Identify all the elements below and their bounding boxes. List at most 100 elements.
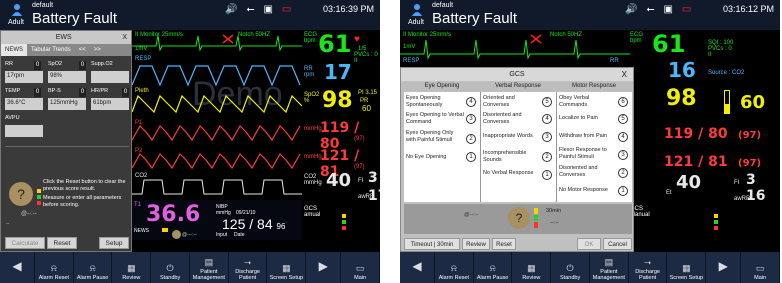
motor-score-5[interactable]: 5 [618,114,628,124]
review-label: Review [522,275,541,281]
field-value-bp-s[interactable]: 125mmHg [48,98,86,110]
motor-score-3[interactable]: 3 [618,150,628,160]
tab-tabular-trends[interactable]: Tabular Trends [27,44,75,56]
ecg-waveform [132,35,302,52]
co2-value[interactable]: 40 [676,172,701,193]
verbal-score-4[interactable]: 4 [542,114,552,124]
ews-message-measure: Measure or enter all parameters before s… [43,195,122,208]
reset-button[interactable]: Reset [492,238,516,250]
standby-button[interactable]: ⏻ Standby [551,252,590,283]
verbal-score-3[interactable]: 3 [542,132,552,142]
standby-button[interactable]: ⏻ Standby [151,252,190,283]
motor-option-5[interactable]: Localize to Pain [559,115,617,122]
motor-option-2[interactable]: Disoriented and Converses [559,165,617,178]
prev-page-button[interactable]: ◀ [0,252,35,283]
verbal-option-2[interactable]: Incomprehensible Sounds [483,150,541,163]
discharge-patient-button[interactable]: ⭢ Discharge Patient [229,252,268,283]
alarm-reset-button[interactable]: ⍾ Alarm Reset [435,252,474,283]
prev-page-button[interactable]: ◀ [400,252,435,283]
patient-icon[interactable] [410,3,424,17]
motor-option-3[interactable]: Flexor Response to Painful Stimuli [559,147,617,160]
field-value-temp[interactable]: 36.6°C [5,98,43,110]
patient-management-button[interactable]: ▤ Patient Management [590,252,629,283]
review-button[interactable]: ▦ Review [112,252,152,283]
next-page-button[interactable]: ▶ [706,252,742,283]
eye-score-4[interactable]: 4 [466,97,476,107]
motor-score-4[interactable]: 4 [618,132,628,142]
main-button[interactable]: ▭ Main [741,252,780,283]
gcs-close-button[interactable]: X [622,70,627,79]
field-value-hr-pr[interactable]: 61bpm [91,98,129,110]
verbal-option-4[interactable]: Disoriented and Converses [483,112,541,125]
next-page-button[interactable]: ▶ [306,252,342,283]
hr-value[interactable]: 61 [318,30,351,58]
verbal-score-1[interactable]: 1 [542,170,552,180]
timeout-button[interactable]: Timeout | 30min [404,238,460,250]
patient-management-button[interactable]: ▤ Patient Management [190,252,229,283]
screen-setup-button[interactable]: ▦ Screen Setup [267,252,307,283]
verbal-score-2[interactable]: 2 [542,152,552,162]
screen-setup-icon: ▦ [282,263,291,273]
verbal-option-1[interactable]: No Verbal Response [483,170,541,177]
params-panel: ECG bpm 61 SQI : 100 PVCs : 0 II 16 Sour… [628,30,780,240]
motor-score-2[interactable]: 2 [618,168,628,178]
review-button[interactable]: ▦ Review [512,252,552,283]
field-value-supp-o2[interactable] [91,71,129,83]
eye-score-2[interactable]: 2 [466,134,476,144]
alarm-pause-button[interactable]: ⍾ Alarm Pause [74,252,113,283]
eye-option-4[interactable]: Eyes Opening Spontaneously [406,95,464,108]
pi-value: PI 3.15 [358,90,378,96]
verbal-option-3[interactable]: Inappropriate Words [483,133,541,140]
setup-button[interactable]: Setup [99,237,129,249]
alarm-pause-button[interactable]: ⍾ Alarm Pause [474,252,513,283]
motor-option-6[interactable]: Obey Verbal Commands [559,95,617,108]
reset-button[interactable]: Reset [47,237,77,249]
p1-value[interactable]: 119 / 80 [664,126,728,142]
battery-icon: ▭ [281,4,292,15]
spo2-value[interactable]: 98 [322,88,353,113]
alarm-reset-button[interactable]: ⍾ Alarm Reset [35,252,74,283]
tab-next[interactable]: >> [90,44,105,56]
volume-icon[interactable]: 🔊 [225,4,237,15]
hr-value[interactable]: 61 [652,30,685,58]
rr-value[interactable]: 17 [324,60,352,84]
motor-score-6[interactable]: 6 [618,97,628,107]
field-value-avpu[interactable] [5,125,43,137]
eye-option-3[interactable]: Eyes Opening to Verbal Command [406,112,464,125]
ews-titlebar: EWS X [1,31,131,44]
tab-prev[interactable]: << [75,44,90,56]
t1-label: T1 [134,202,142,208]
rr-value[interactable]: 16 [668,58,696,82]
tab-news[interactable]: NEWS [1,44,27,56]
verbal-score-5[interactable]: 5 [542,97,552,107]
volume-icon[interactable]: 🔊 [625,4,637,15]
p2-value[interactable]: 121 / 81 [664,154,728,170]
field-value-rr[interactable]: 17rpm [5,71,43,83]
ok-button[interactable]: OK [577,238,601,250]
patient-icon[interactable] [10,3,24,17]
eye-score-1[interactable]: 1 [466,152,476,162]
verbal-option-5[interactable]: Oriented and Converses [483,95,541,108]
motor-option-4[interactable]: Withdraw from Pain [559,133,617,140]
pvc-value: PVCs : 0 [708,46,732,52]
eye-option-2[interactable]: Eyes Opening Only with Painful Stimuli [406,130,464,143]
screen-setup-button[interactable]: ▦ Screen Setup [667,252,707,283]
pr-value: 60 [362,104,371,113]
field-value-spo2[interactable]: 98% [48,71,86,83]
gcs-titlebar: GCS X [401,68,633,81]
discharge-patient-button[interactable]: ⭢ Discharge Patient [629,252,668,283]
review-button[interactable]: Review [462,238,490,250]
motor-score-1[interactable]: 1 [618,186,628,196]
co2-value[interactable]: 40 [326,170,351,191]
calculate-button[interactable]: Calculate [5,237,45,249]
gcs-manual: amual [304,212,321,218]
news-label: NEWS [134,228,149,234]
cancel-button[interactable]: Cancel [603,238,632,250]
eye-option-1[interactable]: No Eye Opening [406,154,464,161]
motor-option-1[interactable]: No Motor Response [559,187,617,194]
spo2-value[interactable]: 98 [666,86,697,111]
ews-close-button[interactable]: X [122,34,127,41]
main-button[interactable]: ▭ Main [341,252,380,283]
alarm-title: Battery Fault [432,10,518,27]
eye-score-3[interactable]: 3 [466,114,476,124]
